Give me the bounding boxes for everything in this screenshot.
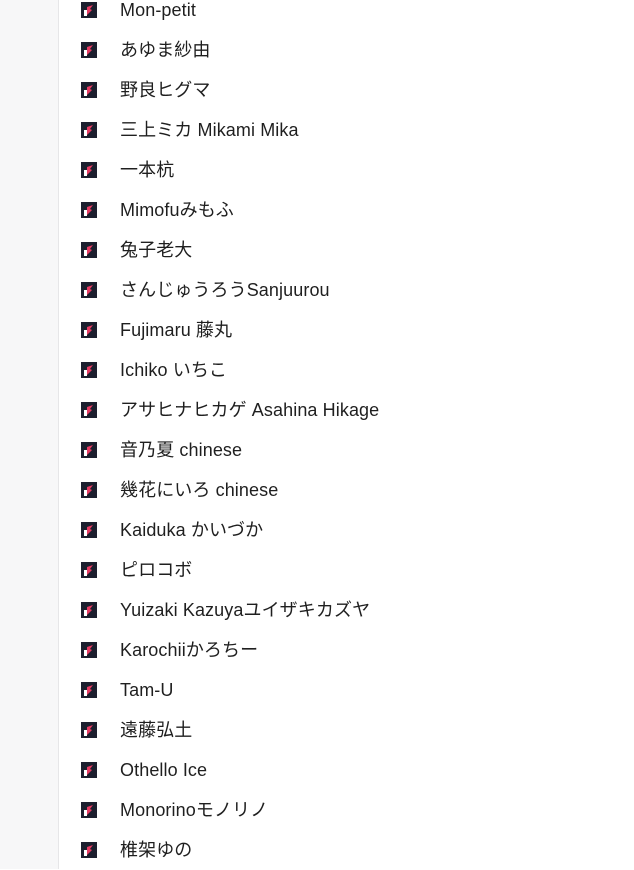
list-item[interactable]: 野良ヒグマ <box>0 70 634 110</box>
list-item[interactable]: 兔子老大 <box>0 230 634 270</box>
list-item[interactable]: 一本杭 <box>0 150 634 190</box>
list-item[interactable]: Othello Ice <box>0 750 634 790</box>
list-item-label: Mimofuみもふ <box>120 200 234 220</box>
site-favicon-icon <box>81 562 97 578</box>
list-item-label: 椎架ゆの <box>120 840 193 860</box>
list-item[interactable]: Ichiko いちこ <box>0 350 634 390</box>
list-item-label: アサヒナヒカゲ Asahina Hikage <box>120 400 380 420</box>
list-item[interactable]: Monorinoモノリノ <box>0 790 634 830</box>
site-favicon-icon <box>81 842 97 858</box>
list-item[interactable]: さんじゅうろうSanjuurou <box>0 270 634 310</box>
site-favicon-icon <box>81 602 97 618</box>
site-favicon-icon <box>81 682 97 698</box>
list-item-label: Yuizaki Kazuyaユイザキカズヤ <box>120 600 371 620</box>
list-item[interactable]: Mimofuみもふ <box>0 190 634 230</box>
site-favicon-icon <box>81 162 97 178</box>
list-item[interactable]: 椎架ゆの <box>0 830 634 870</box>
list-item-label: 幾花にいろ chinese <box>120 480 279 500</box>
list-item[interactable]: Karochiiかろちー <box>0 630 634 670</box>
site-favicon-icon <box>81 322 97 338</box>
list-item-label: Mon-petit <box>120 0 196 20</box>
list-item-label: Karochiiかろちー <box>120 640 259 660</box>
list-item-label: Tam-U <box>120 680 174 700</box>
list-item-label: 三上ミカ Mikami Mika <box>120 120 299 140</box>
site-favicon-icon <box>81 122 97 138</box>
list-item-label: 兔子老大 <box>120 240 193 260</box>
list-item-label: 一本杭 <box>120 160 175 180</box>
site-favicon-icon <box>81 202 97 218</box>
list-item[interactable]: Kaiduka かいづか <box>0 510 634 550</box>
site-favicon-icon <box>81 82 97 98</box>
site-favicon-icon <box>81 802 97 818</box>
list-item[interactable]: 遠藤弘土 <box>0 710 634 750</box>
site-favicon-icon <box>81 2 97 18</box>
list-item[interactable]: Yuizaki Kazuyaユイザキカズヤ <box>0 590 634 630</box>
list-item-label: 野良ヒグマ <box>120 80 211 100</box>
list-item-label: 遠藤弘土 <box>120 720 193 740</box>
list-item-label: Othello Ice <box>120 760 208 780</box>
list-item-label: あゆま紗由 <box>120 40 211 60</box>
list-item[interactable]: Fujimaru 藤丸 <box>0 310 634 350</box>
site-favicon-icon <box>81 722 97 738</box>
site-favicon-icon <box>81 362 97 378</box>
site-favicon-icon <box>81 522 97 538</box>
list-item[interactable]: Tam-U <box>0 670 634 710</box>
site-favicon-icon <box>81 642 97 658</box>
list-item-label: Kaiduka かいづか <box>120 520 264 540</box>
list-item[interactable]: 幾花にいろ chinese <box>0 470 634 510</box>
site-favicon-icon <box>81 442 97 458</box>
site-favicon-icon <box>81 242 97 258</box>
site-favicon-icon <box>81 762 97 778</box>
list-item-label: Fujimaru 藤丸 <box>120 320 233 340</box>
site-favicon-icon <box>81 42 97 58</box>
site-favicon-icon <box>81 282 97 298</box>
list-item-label: ピロコボ <box>120 560 193 580</box>
list-item-label: 音乃夏 chinese <box>120 440 243 460</box>
list-item-label: さんじゅうろうSanjuurou <box>120 280 330 300</box>
list-item[interactable]: アサヒナヒカゲ Asahina Hikage <box>0 390 634 430</box>
list-item[interactable]: ピロコボ <box>0 550 634 590</box>
bookmark-list: Mon-petit あゆま紗由 野良ヒグマ 三上ミカ Mikami Mika 一… <box>0 0 634 870</box>
list-item-label: Ichiko いちこ <box>120 360 228 380</box>
site-favicon-icon <box>81 482 97 498</box>
site-favicon-icon <box>81 402 97 418</box>
list-item[interactable]: 三上ミカ Mikami Mika <box>0 110 634 150</box>
list-item[interactable]: Mon-petit <box>0 0 634 30</box>
list-item-label: Monorinoモノリノ <box>120 800 269 820</box>
list-item[interactable]: あゆま紗由 <box>0 30 634 70</box>
list-item[interactable]: 音乃夏 chinese <box>0 430 634 470</box>
